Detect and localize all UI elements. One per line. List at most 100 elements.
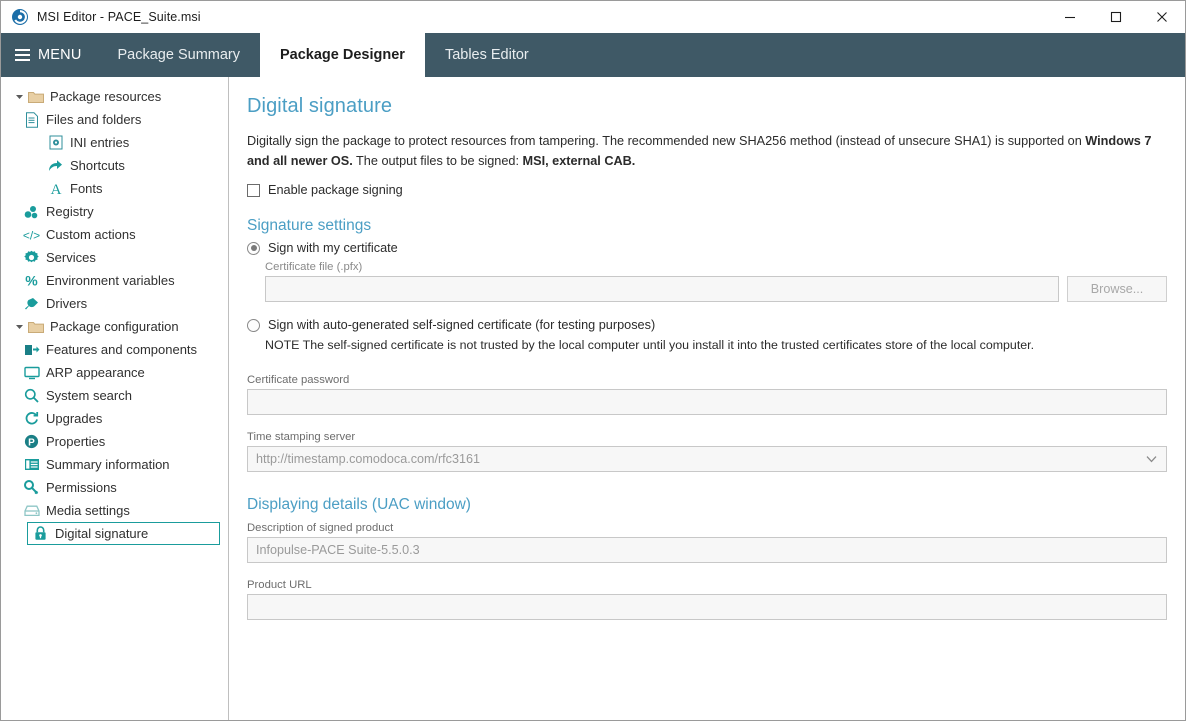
certificate-password-input[interactable] (247, 389, 1167, 416)
certificate-file-label: Certificate file (.pfx) (265, 261, 363, 274)
folder-icon (27, 88, 44, 105)
percent-icon: % (23, 272, 40, 289)
product-url-label: Product URL (247, 579, 312, 592)
key-icon (23, 479, 40, 496)
timestamp-server-label: Time stamping server (247, 431, 356, 444)
product-url-input[interactable] (247, 594, 1167, 621)
window-title: MSI Editor - PACE_Suite.msi (37, 9, 201, 24)
self-signed-note: NOTE The self-signed certificate is not … (265, 338, 1035, 353)
sidebar-item-label: Package configuration (50, 318, 179, 334)
tab-package-designer[interactable]: Package Designer (260, 33, 425, 77)
tab-tables-editor[interactable]: Tables Editor (425, 33, 549, 77)
sidebar-item-package-configuration[interactable]: Package configuration (1, 315, 228, 338)
sidebar-item-label: Environment variables (46, 272, 175, 288)
sidebar-item-properties[interactable]: P Properties (1, 430, 228, 453)
sidebar-item-label: Shortcuts (70, 157, 125, 173)
description-label: Description of signed product (247, 522, 394, 535)
sidebar-item-digital-signature[interactable]: Digital signature (27, 522, 220, 545)
media-disc-icon (23, 502, 40, 519)
sidebar-item-upgrades[interactable]: Upgrades (1, 407, 228, 430)
minimize-button[interactable] (1047, 1, 1093, 32)
displaying-details-title: Displaying details (UAC window) (247, 496, 471, 514)
intro-paragraph: Digitally sign the package to protect re… (247, 132, 1167, 171)
sidebar-item-arp-appearance[interactable]: ARP appearance (1, 361, 228, 384)
registry-blocks-icon (23, 203, 40, 220)
sidebar-item-label: Package resources (50, 88, 162, 104)
description-input[interactable]: Infopulse-PACE Suite-5.5.0.3 (247, 537, 1167, 564)
enable-package-signing-row[interactable]: Enable package signing (247, 183, 1167, 197)
sign-with-my-certificate-row[interactable]: Sign with my certificate (247, 241, 1167, 255)
refresh-icon (23, 410, 40, 427)
certificate-file-input[interactable] (265, 276, 1059, 303)
svg-text:%: % (25, 273, 38, 288)
body: Package resources Files and folders INI … (1, 77, 1185, 720)
hamburger-icon (15, 49, 30, 61)
intro-part1: Digitally sign the package to protect re… (247, 134, 1086, 148)
chevron-down-icon[interactable] (11, 92, 27, 101)
sidebar-item-permissions[interactable]: Permissions (1, 476, 228, 499)
monitor-icon (23, 364, 40, 381)
sidebar-item-label: Services (46, 249, 96, 265)
close-button[interactable] (1139, 1, 1185, 32)
sidebar-item-custom-actions[interactable]: </> Custom actions (1, 223, 228, 246)
sidebar-item-shortcuts[interactable]: Shortcuts (1, 154, 228, 177)
chevron-down-icon[interactable] (11, 322, 27, 331)
plug-icon (23, 295, 40, 312)
enable-package-signing-checkbox[interactable] (247, 183, 260, 197)
document-icon (23, 111, 40, 128)
list-panel-icon (23, 456, 40, 473)
sidebar-item-environment-variables[interactable]: % Environment variables (1, 269, 228, 292)
circle-p-icon: P (23, 433, 40, 450)
menu-button[interactable]: MENU (1, 33, 98, 77)
sign-with-self-signed-row[interactable]: Sign with auto-generated self-signed cer… (247, 318, 1167, 332)
sidebar-item-media-settings[interactable]: Media settings (1, 499, 228, 522)
intro-part2: The output files to be signed: (352, 153, 523, 168)
sidebar-item-services[interactable]: Services (1, 246, 228, 269)
sidebar-item-registry[interactable]: Registry (1, 200, 228, 223)
certificate-password-label: Certificate password (247, 374, 350, 387)
sidebar-item-drivers[interactable]: Drivers (1, 292, 228, 315)
tab-bar: Package Summary Package Designer Tables … (98, 33, 549, 77)
sidebar-item-features-and-components[interactable]: Features and components (1, 338, 228, 361)
search-icon (23, 387, 40, 404)
sidebar-item-label: INI entries (70, 134, 130, 150)
sidebar-item-fonts[interactable]: A Fonts (1, 177, 228, 200)
sidebar-item-package-resources[interactable]: Package resources (1, 85, 228, 108)
sidebar-item-summary-information[interactable]: Summary information (1, 453, 228, 476)
svg-text:</>: </> (23, 228, 40, 242)
maximize-icon (1110, 11, 1122, 22)
sidebar-item-system-search[interactable]: System search (1, 384, 228, 407)
sidebar-item-label: Registry (46, 203, 94, 219)
sidebar-item-label: System search (46, 387, 132, 403)
sidebar-item-label: ARP appearance (46, 364, 145, 380)
intro-bold2: MSI, external CAB. (522, 153, 636, 168)
sidebar-item-label: Properties (46, 433, 106, 449)
sidebar-tree: Package resources Files and folders INI … (1, 77, 229, 720)
page-title: Digital signature (247, 95, 393, 117)
ini-file-icon (47, 134, 64, 151)
browse-button[interactable]: Browse... (1067, 276, 1167, 303)
app-header: MENU Package Summary Package Designer Ta… (1, 33, 1185, 77)
sidebar-item-label: Permissions (46, 479, 117, 495)
features-icon (23, 341, 40, 358)
sign-with-my-certificate-label: Sign with my certificate (268, 241, 398, 256)
sidebar-item-ini-entries[interactable]: INI entries (1, 131, 228, 154)
sign-with-my-certificate-radio[interactable] (247, 241, 260, 255)
sidebar-item-label: Summary information (46, 456, 170, 472)
close-icon (1157, 11, 1167, 22)
tab-package-summary[interactable]: Package Summary (98, 33, 261, 77)
enable-package-signing-label: Enable package signing (268, 183, 403, 198)
timestamp-server-select[interactable]: http://timestamp.comodoca.com/rfc3161 (247, 446, 1167, 473)
signature-settings-title: Signature settings (247, 217, 372, 235)
sidebar-item-label: Drivers (46, 295, 88, 311)
sidebar-item-files-and-folders[interactable]: Files and folders (1, 108, 228, 131)
chevron-down-icon[interactable] (1145, 453, 1157, 465)
sign-with-self-signed-radio[interactable] (247, 318, 260, 332)
product-url-group: Product URL (247, 579, 1167, 621)
maximize-button[interactable] (1093, 1, 1139, 32)
msi-editor-logo-icon (12, 8, 28, 25)
timestamp-server-value: http://timestamp.comodoca.com/rfc3161 (256, 452, 480, 467)
